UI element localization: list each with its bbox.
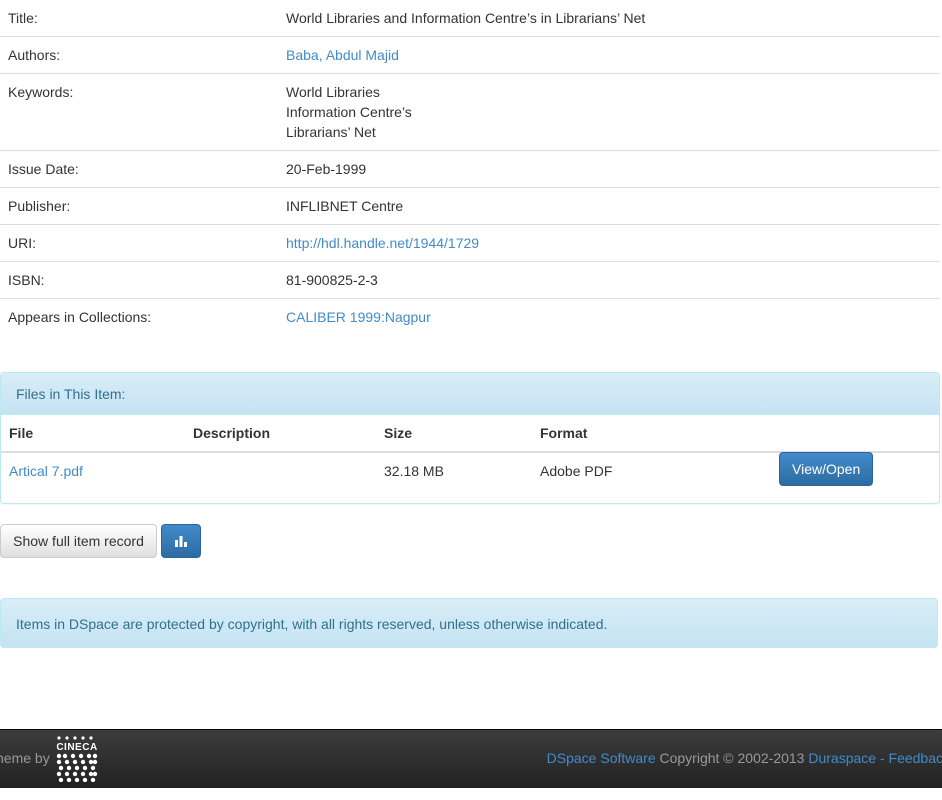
publisher-value: INFLIBNET Centre [278, 187, 940, 225]
keyword: Librarians’ Net [286, 124, 376, 140]
collections-label: Appears in Collections: [0, 298, 278, 335]
duraspace-link[interactable]: Duraspace [808, 750, 876, 766]
file-link[interactable]: Artical 7.pdf [9, 463, 83, 479]
files-table-header: File Description Size Format [1, 415, 939, 453]
files-table: File Description Size Format Artical 7.p… [1, 415, 939, 495]
view-open-button[interactable]: View/Open [779, 452, 874, 486]
metadata-row-title: Title: World Libraries and Information C… [0, 0, 940, 37]
footer-separator: - [876, 750, 889, 766]
publisher-label: Publisher: [0, 187, 278, 225]
keywords-label: Keywords: [0, 73, 278, 151]
keywords-value: World Libraries Information Centre’s Lib… [278, 73, 940, 151]
metadata-row-authors: Authors: Baba, Abdul Majid [0, 36, 940, 74]
file-format: Adobe PDF [540, 463, 613, 479]
title-value: World Libraries and Information Centre’s… [286, 10, 646, 26]
file-row: Artical 7.pdf 32.18 MB Adobe PDF View/Op… [1, 452, 939, 495]
files-panel: Files in This Item: File Description Siz… [0, 372, 940, 504]
metadata-row-publisher: Publisher: INFLIBNET Centre [0, 187, 940, 225]
theme-by-text: heme by [0, 750, 50, 766]
show-full-record-button[interactable]: Show full item record [0, 524, 157, 558]
dspace-software-link[interactable]: DSpace Software [547, 750, 656, 766]
page-footer: heme by CINECA DSpace Software Copyright… [0, 729, 942, 788]
column-header-description: Description [185, 415, 376, 453]
svg-text:CINECA: CINECA [56, 742, 97, 753]
title-label: Title: [8, 10, 38, 26]
issue-date-label: Issue Date: [0, 150, 278, 188]
feedback-link[interactable]: Feedback [889, 750, 942, 766]
bar-chart-icon [175, 536, 187, 547]
footer-credits: DSpace Software Copyright © 2002-2013 Du… [547, 748, 942, 768]
uri-label: URI: [0, 224, 278, 262]
uri-link[interactable]: http://hdl.handle.net/1944/1729 [286, 235, 479, 251]
metadata-row-uri: URI: http://hdl.handle.net/1944/1729 [0, 224, 940, 262]
keyword: World Libraries [286, 84, 380, 100]
authors-label: Authors: [0, 36, 278, 74]
collection-link[interactable]: CALIBER 1999:Nagpur [286, 309, 431, 325]
copyright-years: Copyright © 2002-2013 [655, 750, 809, 766]
file-size: 32.18 MB [384, 463, 444, 479]
column-header-action [771, 415, 939, 453]
column-header-file: File [1, 415, 185, 453]
cineca-logo-icon: CINECA [56, 736, 98, 783]
statistics-button[interactable] [161, 524, 201, 558]
isbn-label: ISBN: [0, 261, 278, 299]
keyword: Information Centre’s [286, 104, 412, 120]
file-description [185, 452, 376, 495]
isbn-value: 81-900825-2-3 [278, 261, 940, 299]
metadata-row-keywords: Keywords: World Libraries Information Ce… [0, 73, 940, 151]
metadata-row-collections: Appears in Collections: CALIBER 1999:Nag… [0, 298, 940, 335]
issue-date-value: 20-Feb-1999 [278, 150, 940, 188]
metadata-row-issue-date: Issue Date: 20-Feb-1999 [0, 150, 940, 188]
item-metadata-table: Title: World Libraries and Information C… [0, 0, 940, 335]
files-panel-heading: Files in This Item: [1, 373, 939, 415]
copyright-notice: Items in DSpace are protected by copyrig… [0, 598, 938, 648]
column-header-format: Format [532, 415, 771, 453]
column-header-size: Size [376, 415, 532, 453]
cineca-logo[interactable]: CINECA [55, 736, 99, 785]
metadata-row-isbn: ISBN: 81-900825-2-3 [0, 261, 940, 299]
author-link[interactable]: Baba, Abdul Majid [286, 47, 399, 63]
